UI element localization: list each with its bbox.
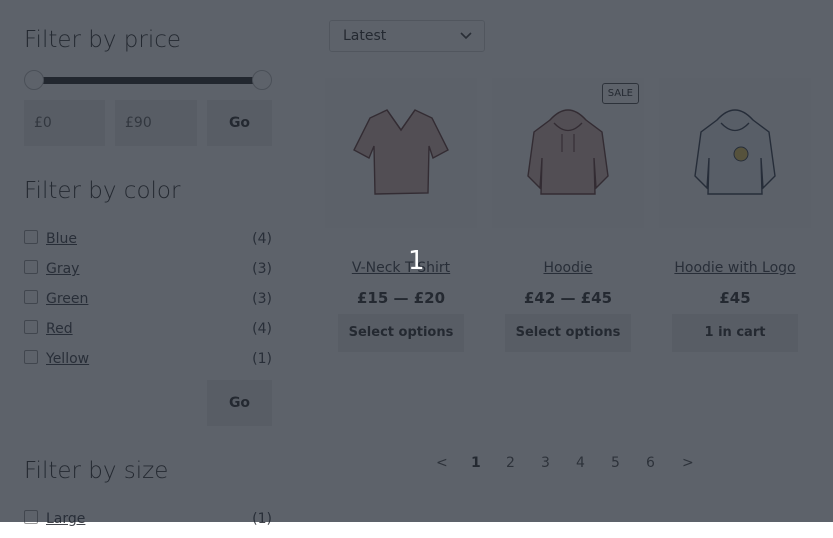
slider-handle-min[interactable] [24,70,44,90]
color-filter-green[interactable]: Green (3) [24,288,272,318]
color-filter-red[interactable]: Red (4) [24,318,272,348]
product-title[interactable]: Hoodie [492,260,644,276]
color-label[interactable]: Gray [46,261,79,277]
next-page-link[interactable]: > [682,455,694,471]
color-filter-yellow[interactable]: Yellow (1) [24,348,272,378]
color-label[interactable]: Blue [46,231,77,247]
select-options-button[interactable]: Select options [505,314,631,352]
filter-by-size-title: Filter by size [24,458,169,484]
product-price: £15 — £20 [356,289,446,307]
product-image[interactable] [659,78,811,228]
product-price: £42 — £45 [523,289,613,307]
slider-track [36,77,260,84]
product-title[interactable]: V-Neck T-Shirt [325,260,477,276]
in-cart-button[interactable]: 1 in cart [672,314,798,352]
product-title[interactable]: Hoodie with Logo [659,260,811,276]
color-filter-list: Blue (4) Gray (3) Green (3) Red (4) Yell… [24,228,272,378]
page-link-3[interactable]: 3 [541,455,550,471]
checkbox[interactable] [24,260,38,274]
page-link-1: 1 [471,455,481,471]
color-label[interactable]: Green [46,291,88,307]
price-range-slider[interactable] [24,70,272,92]
pagination: < 1 2 3 4 5 6 > [425,455,725,475]
checkbox[interactable] [24,320,38,334]
color-filter-blue[interactable]: Blue (4) [24,228,272,258]
color-count: (3) [252,261,272,277]
color-label[interactable]: Yellow [46,351,89,367]
color-count: (1) [252,351,272,367]
sort-selected-value: Latest [343,28,387,44]
price-inputs: Go [24,100,272,148]
price-go-button[interactable]: Go [207,100,272,146]
product-image[interactable] [325,78,477,228]
max-price-input[interactable] [115,100,197,146]
slider-handle-max[interactable] [252,70,272,90]
min-price-input[interactable] [24,100,105,146]
color-label[interactable]: Red [46,321,73,337]
checkbox[interactable] [24,230,38,244]
sort-dropdown[interactable]: Latest [329,20,485,52]
filter-by-color-title: Filter by color [24,178,181,204]
select-options-button[interactable]: Select options [338,314,464,352]
annotation-marker: 1 [408,246,425,276]
size-count: (1) [252,511,272,527]
chevron-down-icon [460,32,472,40]
sale-badge: SALE [601,83,639,104]
product-image[interactable]: SALE [492,78,644,228]
page-link-4[interactable]: 4 [576,455,585,471]
page-link-5[interactable]: 5 [611,455,620,471]
color-filter-gray[interactable]: Gray (3) [24,258,272,288]
checkbox[interactable] [24,350,38,364]
prev-page-link[interactable]: < [436,455,448,471]
size-filter-large[interactable]: Large (1) [24,508,272,538]
filter-by-price-title: Filter by price [24,27,182,53]
hoodie-with-logo-image [694,109,776,195]
color-count: (4) [252,321,272,337]
size-label[interactable]: Large [46,511,85,527]
checkbox[interactable] [24,290,38,304]
page-link-6[interactable]: 6 [646,455,655,471]
v-neck-tshirt-image [353,109,449,195]
color-go-button[interactable]: Go [207,380,272,426]
color-count: (3) [252,291,272,307]
product-price: £45 [719,289,751,307]
color-count: (4) [252,231,272,247]
shop-page: Filter by price Go Filter by color Blue … [0,0,833,527]
page-link-2[interactable]: 2 [506,455,515,471]
